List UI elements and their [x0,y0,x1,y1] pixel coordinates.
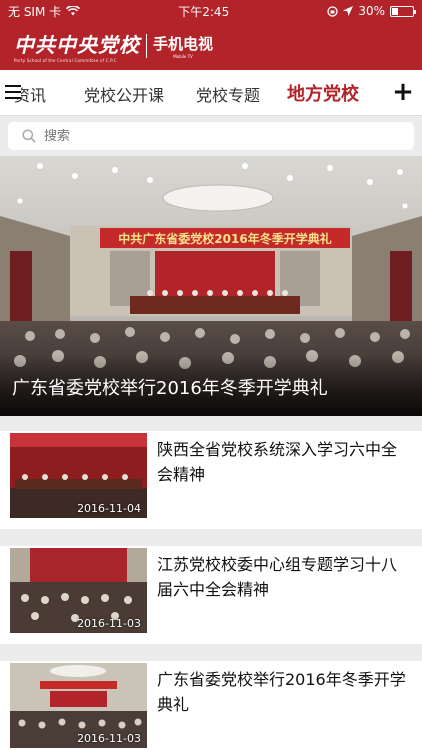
news-item[interactable]: 2016-11-04 陕西全省党校系统深入学习六中全会精神 [0,431,422,529]
plus-icon[interactable]: + [392,79,414,105]
clock: 下午2:45 [178,4,230,19]
news-list: 2016-11-04 陕西全省党校系统深入学习六中全会精神 2016-11-03… [0,416,422,750]
news-thumbnail: 2016-11-03 [10,663,147,748]
news-date: 2016-11-03 [77,732,141,745]
news-date: 2016-11-03 [77,617,141,630]
hamburger-icon[interactable] [5,85,21,99]
app-logo: 中共中央党校 Party School of the Central Commi… [14,29,213,63]
status-bar: 无 SIM 卡 下午2:45 30% [0,0,422,22]
battery-icon [389,5,416,17]
search-box[interactable] [8,122,414,150]
news-item[interactable]: 2016-11-03 江苏党校校委中心组专题学习十八届六中全会精神 [0,546,422,644]
search-input[interactable] [44,128,344,144]
logo-sub-text: Party School of the Central Committee of… [14,58,117,63]
logo-divider [146,34,147,58]
news-title: 江苏党校校委中心组专题学习十八届六中全会精神 [157,555,398,599]
hero-caption: 广东省委党校举行2016年冬季开学典礼 [0,354,422,416]
logo-main-text: 中共中央党校 [14,33,140,57]
search-icon [22,129,36,143]
wifi-icon [66,6,81,16]
tab-local-party-schools[interactable]: 地方党校 [287,80,359,106]
news-title: 陕西全省党校系统深入学习六中全会精神 [157,440,398,484]
news-title: 广东省委党校举行2016年冬季开学典礼 [157,670,406,714]
news-thumbnail: 2016-11-03 [10,548,147,633]
battery-fill [391,7,398,15]
location-icon [343,6,354,16]
battery-percent: 30% [358,4,385,18]
search-bar [0,116,422,156]
carrier-label: 无 SIM 卡 [8,4,62,19]
logo-tv-text: 手机电视 [153,35,214,53]
news-thumbnail: 2016-11-04 [10,433,147,518]
app-header: 中共中央党校 Party School of the Central Commi… [0,22,422,70]
rotation-lock-icon [327,5,338,17]
tab-open-course[interactable]: 党校公开课 [84,82,164,106]
news-date: 2016-11-04 [77,502,141,515]
tab-topics[interactable]: 党校专题 [196,82,260,106]
category-tabs: 资讯 党校公开课 党校专题 地方党校 + [0,70,422,116]
logo-tv-sub: Mobile TV [173,54,193,59]
news-item[interactable]: 2016-11-03 广东省委党校举行2016年冬季开学典礼 [0,661,422,750]
hero-banner-text: 中共广东省委党校2016年冬季开学典礼 [118,231,331,246]
hero-banner[interactable]: 中共广东省委党校2016年冬季开学典礼 广东省委党校举行2016年冬季开学典礼 [0,156,422,416]
